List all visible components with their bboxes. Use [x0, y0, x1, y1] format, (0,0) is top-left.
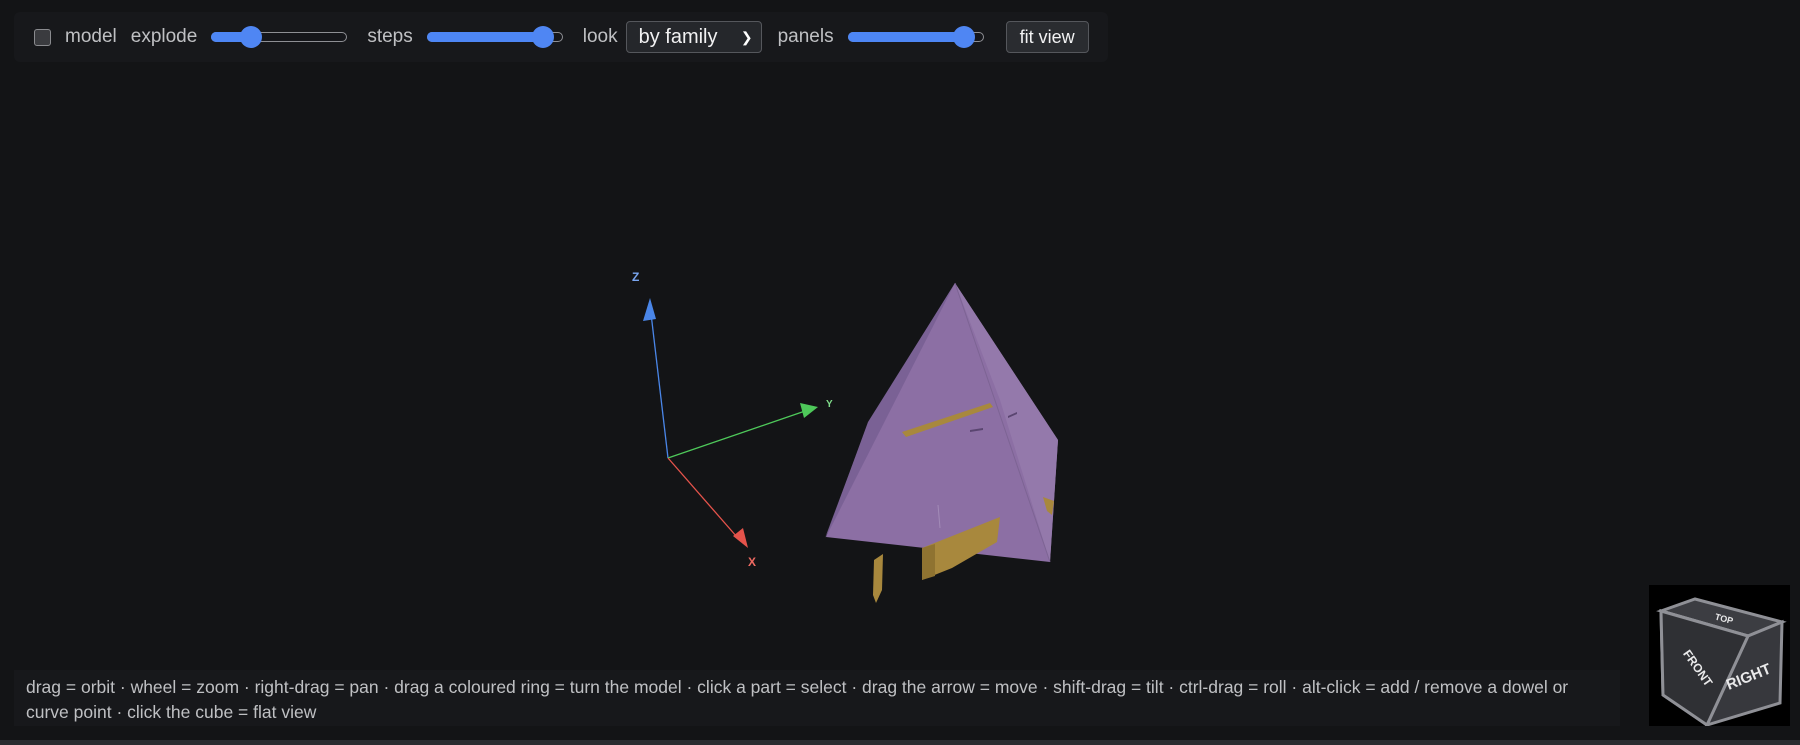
- look-select[interactable]: by family ❯: [625, 21, 762, 53]
- z-axis-line: [649, 304, 669, 459]
- x-axis-label: X: [748, 555, 756, 569]
- steps-label: steps: [367, 26, 413, 47]
- model-checkbox[interactable]: [34, 28, 51, 46]
- bottom-edge: [0, 740, 1800, 745]
- help-hint: drag = orbit · wheel = zoom · right-drag…: [14, 670, 1620, 726]
- y-axis-label: Y: [826, 399, 833, 410]
- look-label: look: [582, 26, 618, 47]
- explode-label: explode: [130, 26, 198, 47]
- panels-slider-thumb[interactable]: [952, 26, 975, 48]
- dowel-loose: [873, 554, 883, 603]
- steps-slider-thumb[interactable]: [531, 26, 554, 48]
- model-label: model: [65, 26, 117, 47]
- scene-canvas[interactable]: Z Y X: [0, 0, 1800, 740]
- fit-view-button[interactable]: fit view: [1005, 21, 1089, 53]
- toolbar: model explode steps look by family ❯ pan…: [14, 12, 1108, 62]
- steps-slider[interactable]: [426, 25, 563, 49]
- pyramid-model[interactable]: [825, 282, 1058, 603]
- x-axis-arrow: [733, 528, 748, 548]
- dowel-front-panel-edge: [922, 544, 935, 580]
- z-axis-arrow: [643, 298, 656, 321]
- look-select-value: by family: [638, 26, 718, 48]
- y-axis-arrow: [800, 403, 818, 418]
- y-axis-line: [667, 409, 809, 459]
- explode-slider[interactable]: [211, 25, 348, 49]
- 3d-viewport[interactable]: Z Y X model explode steps look by family…: [0, 0, 1800, 740]
- explode-slider-thumb[interactable]: [240, 26, 263, 48]
- panels-slider[interactable]: [847, 25, 984, 49]
- z-axis-label: Z: [632, 270, 639, 284]
- view-cube[interactable]: TOP FRONT RIGHT: [1649, 585, 1790, 728]
- chevron-down-icon: ❯: [740, 29, 753, 45]
- panels-label: panels: [777, 26, 834, 47]
- axes-gizmo: Z Y X: [632, 270, 833, 569]
- x-axis-line: [667, 457, 738, 538]
- view-cube-graphic[interactable]: TOP FRONT RIGHT: [1649, 585, 1790, 728]
